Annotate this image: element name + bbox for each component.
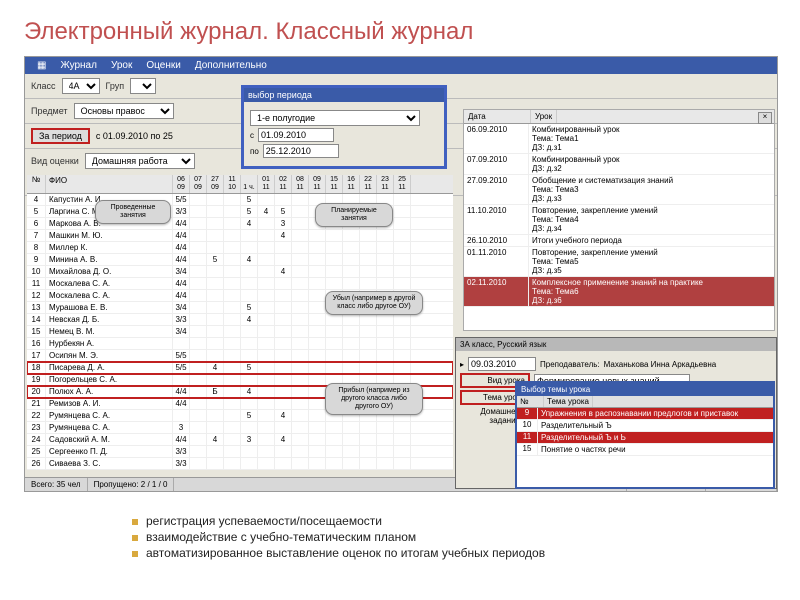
lesson-row[interactable]: 11.10.2010Повторение, закрепление умений… xyxy=(464,205,774,235)
group-select[interactable] xyxy=(130,78,156,94)
menu-lesson[interactable]: Урок xyxy=(105,59,138,72)
period-select[interactable]: 1-е полугодие xyxy=(250,110,420,126)
date-to[interactable] xyxy=(263,144,339,158)
status-total: Всего: 35 чел xyxy=(25,478,88,491)
lesson-form-title: 3А класс, Русский язык xyxy=(456,338,776,351)
menu-icon: ▦ xyxy=(31,59,52,72)
bullet-2: взаимодействие с учебно-тематическим пла… xyxy=(132,530,545,544)
class-select[interactable]: 4А xyxy=(62,78,100,94)
menu-grades[interactable]: Оценки xyxy=(140,59,186,72)
menu-extra[interactable]: Дополнительно xyxy=(189,59,273,72)
close-icon[interactable]: × xyxy=(758,112,772,124)
slide-title: Электронный журнал. Классный журнал xyxy=(24,18,776,46)
lesson-row[interactable]: 07.09.2010Комбинированный урокДЗ: д.з2 xyxy=(464,154,774,175)
group-label: Груп xyxy=(106,81,125,91)
table-row[interactable]: 24Садовский А. М.4/4434 xyxy=(27,434,453,446)
bubble-arrived: Прибыл (например из другого класса либо … xyxy=(325,383,423,415)
table-row[interactable]: 17Осипян М. Э.5/5 xyxy=(27,350,453,362)
period-dialog: выбор периода 1-е полугодие с по xyxy=(241,85,447,169)
lesson-row[interactable]: 01.11.2010Повторение, закрепление умений… xyxy=(464,247,774,277)
table-row[interactable]: 25Сергеенко П. Д.3/3 xyxy=(27,446,453,458)
period-dialog-title: выбор периода xyxy=(244,88,444,102)
topic-row[interactable]: 15Понятие о частях речи xyxy=(517,444,773,456)
period-range-text: с 01.09.2010 по 25 xyxy=(96,131,173,141)
table-row[interactable]: 18Писарева Д. А.5/545 xyxy=(27,362,453,374)
topic-row[interactable]: 10Разделительный Ъ xyxy=(517,420,773,432)
lessons-panel: × ДатаУрок 06.09.2010Комбинированный уро… xyxy=(463,109,775,331)
grade-type-label: Вид оценки xyxy=(31,156,79,166)
table-row[interactable]: 10Михайлова Д. О.3/44 xyxy=(27,266,453,278)
topic-row[interactable]: 9Упражнения в распознавании предлогов и … xyxy=(517,408,773,420)
bullet-3: автоматизированное выставление оценок по… xyxy=(132,546,545,560)
lesson-row[interactable]: 26.10.2010Итоги учебного периода xyxy=(464,235,774,247)
bubble-planned-lessons: Планируемые занятия xyxy=(315,203,393,227)
subject-label: Предмет xyxy=(31,106,68,116)
lesson-row[interactable]: 02.11.2010Комплексное применение знаний … xyxy=(464,277,774,307)
date-icon: ▸ xyxy=(460,360,464,369)
menubar: ▦ Журнал Урок Оценки Дополнительно xyxy=(25,57,777,74)
table-row[interactable]: 26Сиваева З. С.3/3 xyxy=(27,458,453,470)
date-from[interactable] xyxy=(258,128,334,142)
from-label: с xyxy=(250,131,254,140)
lesson-date[interactable] xyxy=(468,357,536,371)
table-row[interactable]: 16Нурбекян А. xyxy=(27,338,453,350)
table-row[interactable]: 14Невская Д. Б.3/34 xyxy=(27,314,453,326)
bullet-list: регистрация успеваемости/посещаемости вз… xyxy=(92,512,545,562)
table-row[interactable]: 15Немец В. М.3/4 xyxy=(27,326,453,338)
topic-dialog-title: Выбор темы урока xyxy=(517,383,773,396)
lesson-row[interactable]: 27.09.2010Обобщение и систематизация зна… xyxy=(464,175,774,205)
bullet-1: регистрация успеваемости/посещаемости xyxy=(132,514,545,528)
lesson-row[interactable]: 06.09.2010Комбинированный урокТема: Тема… xyxy=(464,124,774,154)
grade-type-select[interactable]: Домашняя работа xyxy=(85,153,195,169)
bubble-left: Убыл (например в другой класс либо друго… xyxy=(325,291,423,315)
bubble-done-lessons: Проведенные занятия xyxy=(95,200,171,224)
period-button[interactable]: За период xyxy=(31,128,90,144)
teacher-name: Маханькова Инна Аркадьевна xyxy=(604,360,717,369)
menu-journal[interactable]: Журнал xyxy=(54,59,103,72)
table-row[interactable]: 8Миллер К.4/4 xyxy=(27,242,453,254)
table-row[interactable]: 11Москалева С. А.4/4 xyxy=(27,278,453,290)
status-missed: Пропущено: 2 / 1 / 0 xyxy=(88,478,175,491)
topic-row[interactable]: 11Разделительный Ъ и Ь xyxy=(517,432,773,444)
table-row[interactable]: 7Машкин М. Ю.4/44 xyxy=(27,230,453,242)
grade-table-header: № ФИО 06090709270911101 ч.01110211081109… xyxy=(27,175,453,194)
topic-dialog: Выбор темы урока №Тема урока 9Упражнения… xyxy=(515,381,775,489)
class-label: Класс xyxy=(31,81,56,91)
subject-select[interactable]: Основы правос xyxy=(74,103,174,119)
teacher-label: Преподаватель: xyxy=(540,360,600,369)
to-label: по xyxy=(250,147,259,156)
table-row[interactable]: 23Румянцева С. А.3 xyxy=(27,422,453,434)
table-row[interactable]: 9Минина А. В.4/454 xyxy=(27,254,453,266)
homework-label: Домашнее задание xyxy=(460,407,520,425)
journal-window: ▦ Журнал Урок Оценки Дополнительно Класс… xyxy=(24,56,778,492)
